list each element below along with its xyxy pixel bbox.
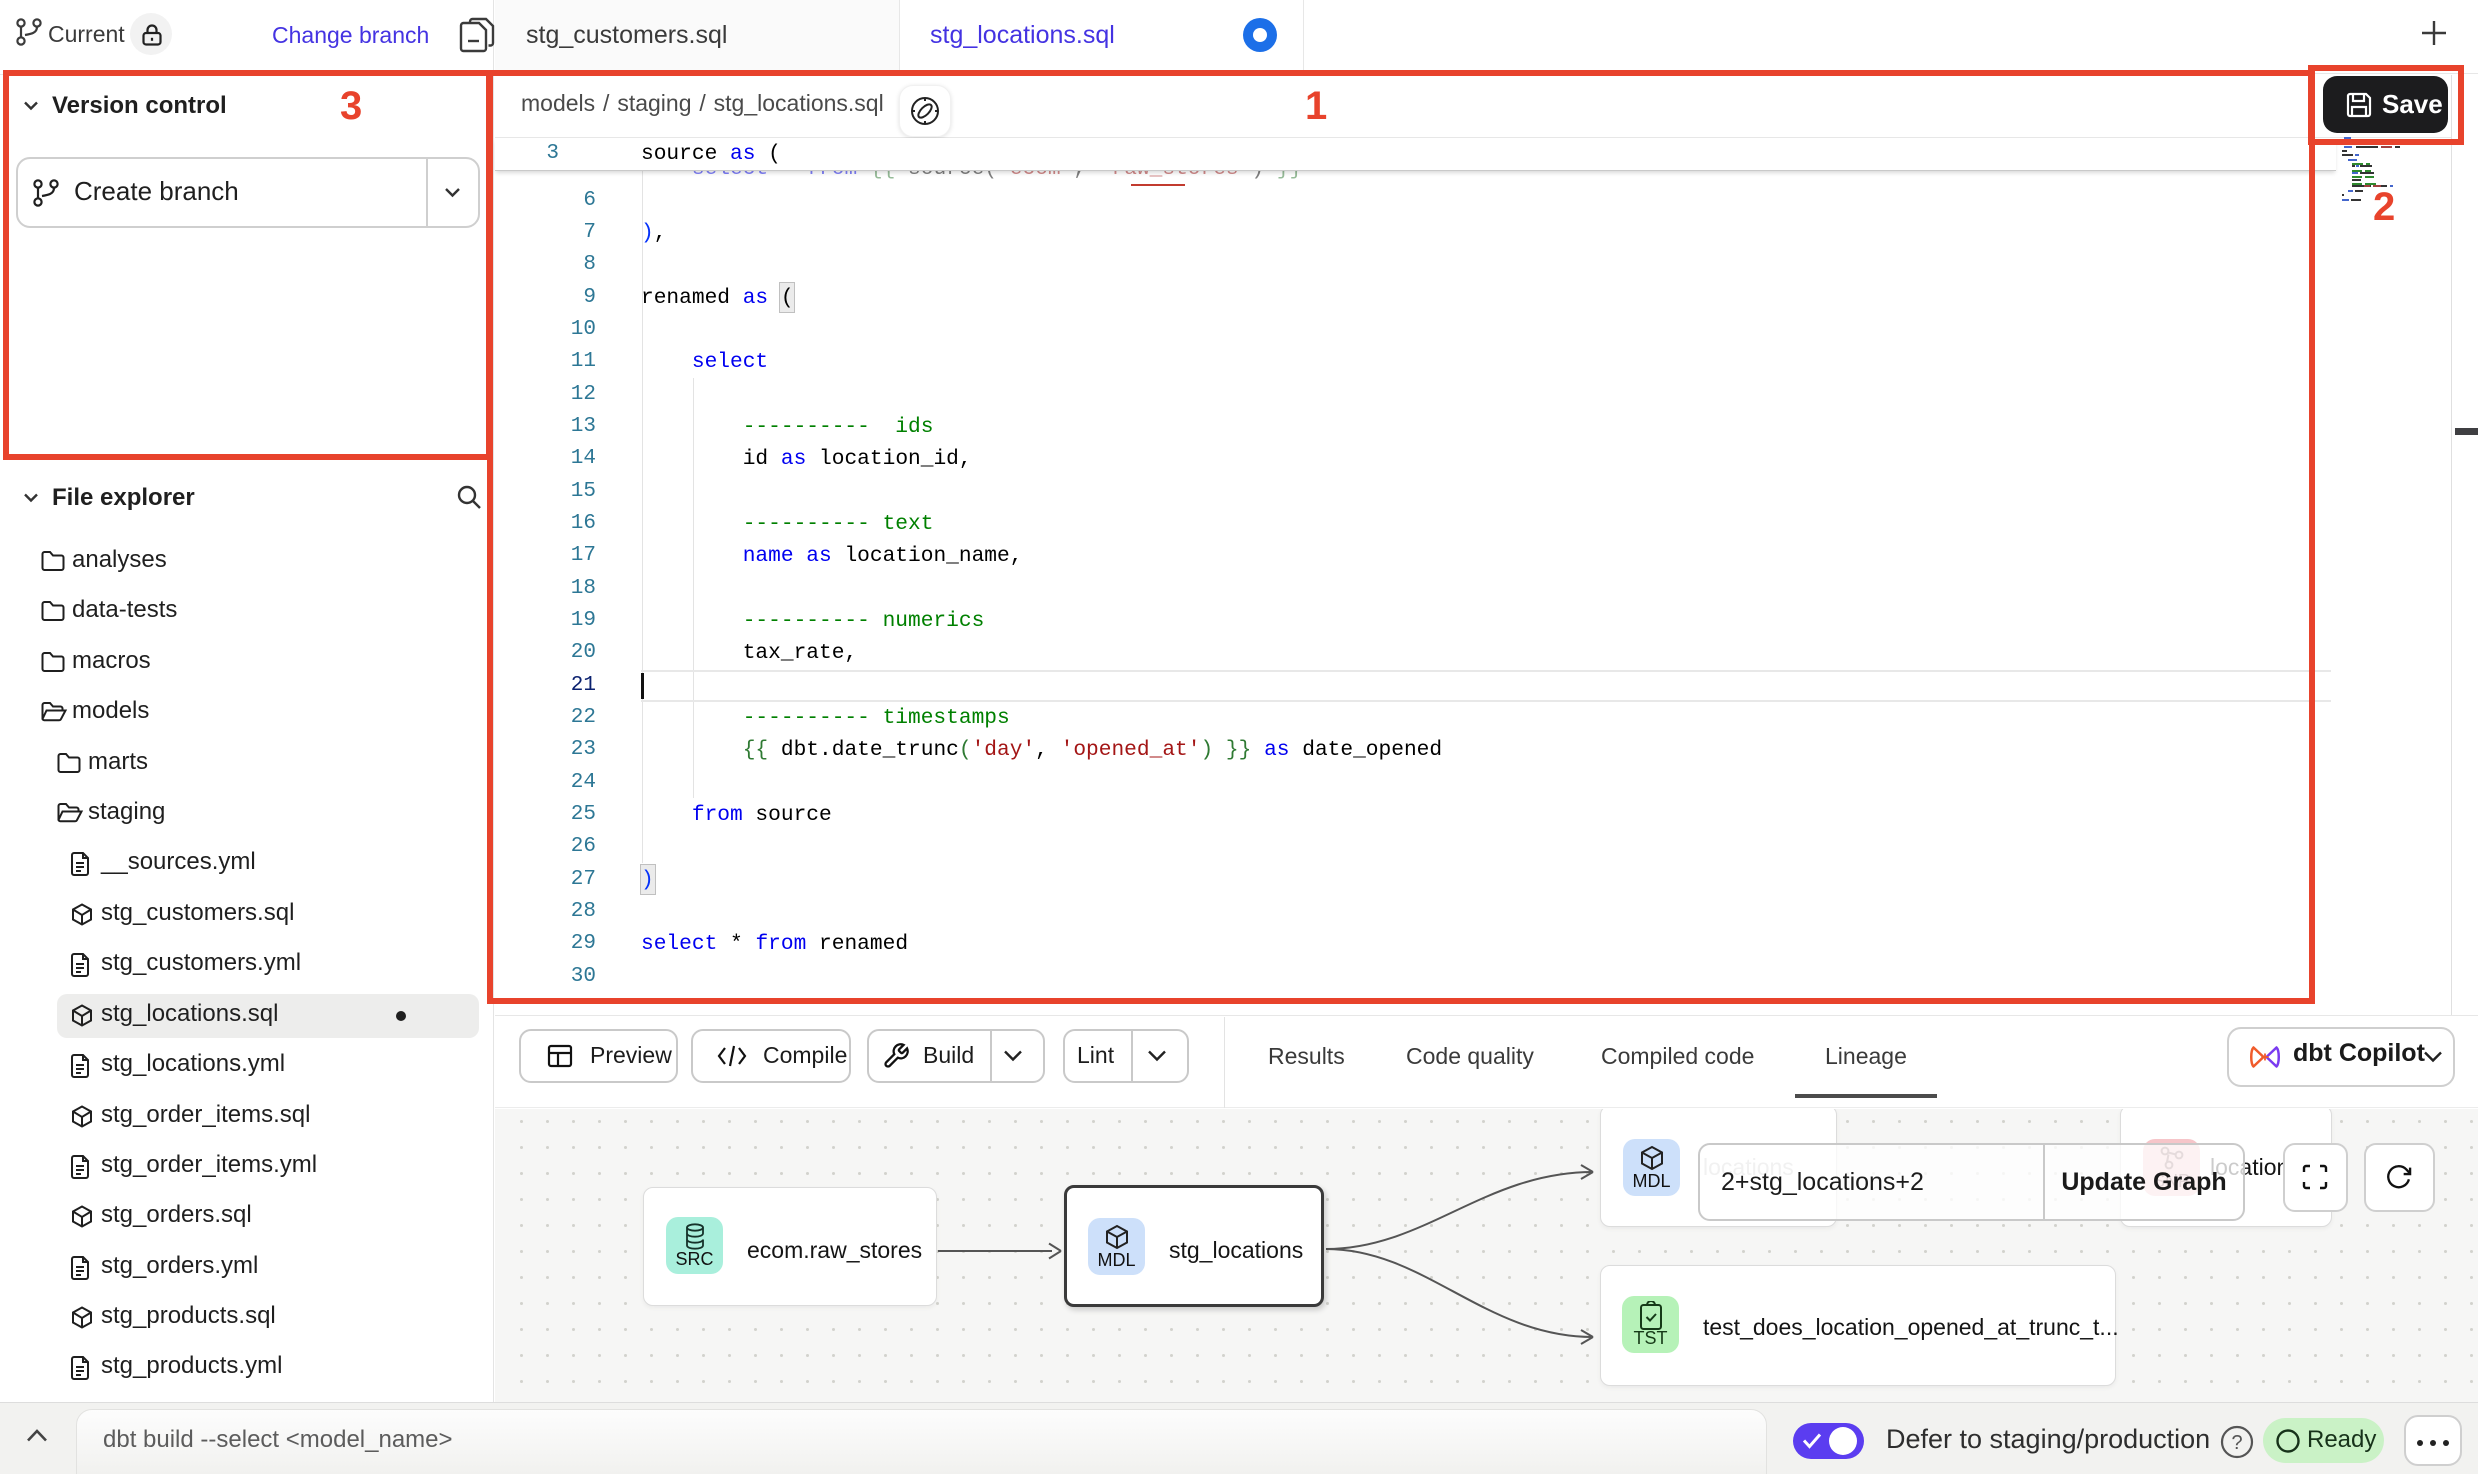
svg-text:?: ? <box>2231 1432 2242 1454</box>
